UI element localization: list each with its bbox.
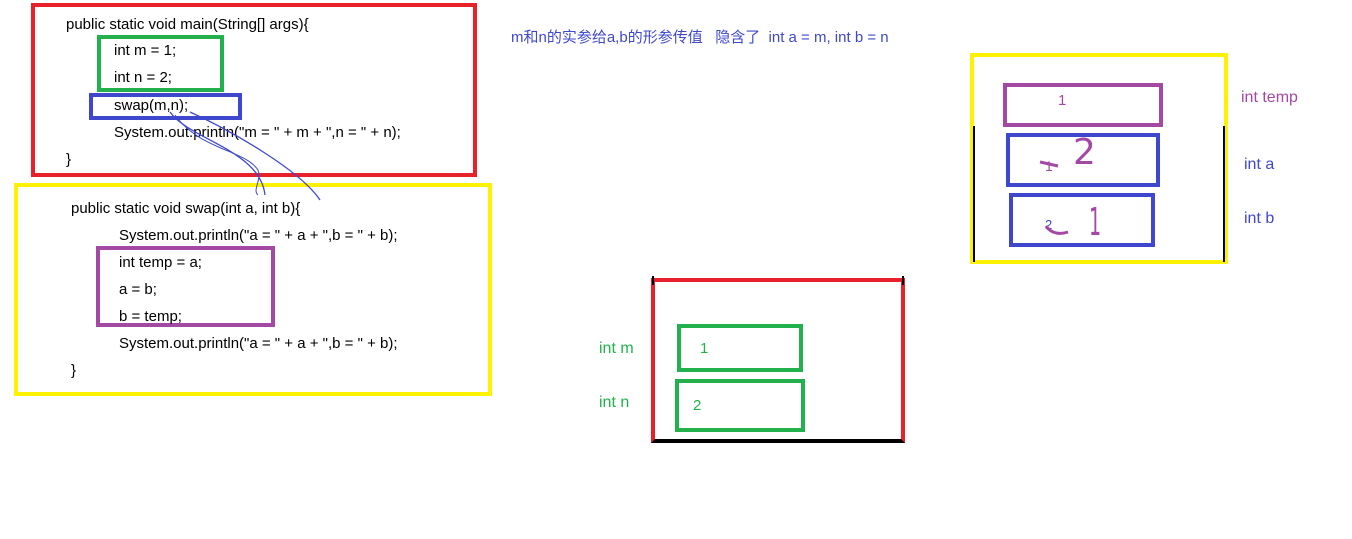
strike-a-old <box>1039 160 1059 168</box>
strike-b-old <box>1044 225 1069 235</box>
arg-n-to-b-arrow <box>189 111 321 201</box>
arg-m-to-a-arrow <box>169 111 266 196</box>
annotation-strokes <box>169 111 1225 285</box>
